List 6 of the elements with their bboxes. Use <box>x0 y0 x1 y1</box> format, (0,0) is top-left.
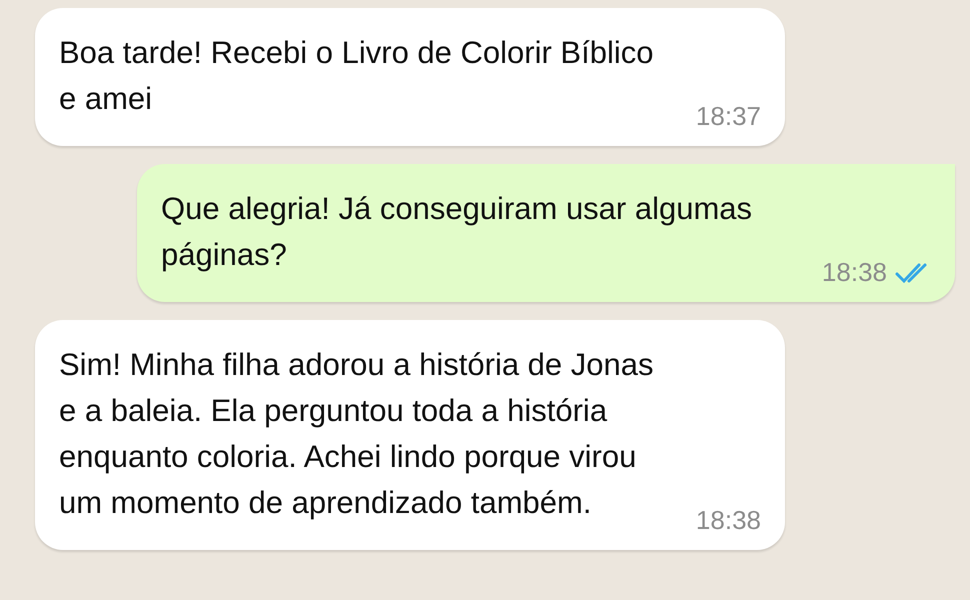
message-text: Boa tarde! Recebi o Livro de Colorir Bíblico e amei <box>59 34 654 118</box>
message-text: Que alegria! Já conseguiram usar algumas páginas? <box>161 190 754 274</box>
message-time: 18:38 <box>822 257 887 288</box>
message-text: Sim! Minha filha adorou a história de Jonas e a baleia. Ela perguntou toda a história enquanto coloria. Achei lindo porque virou um momento de aprendizado também. <box>59 346 654 522</box>
message-time: 18:38 <box>696 505 761 536</box>
message-time: 18:37 <box>696 101 761 132</box>
